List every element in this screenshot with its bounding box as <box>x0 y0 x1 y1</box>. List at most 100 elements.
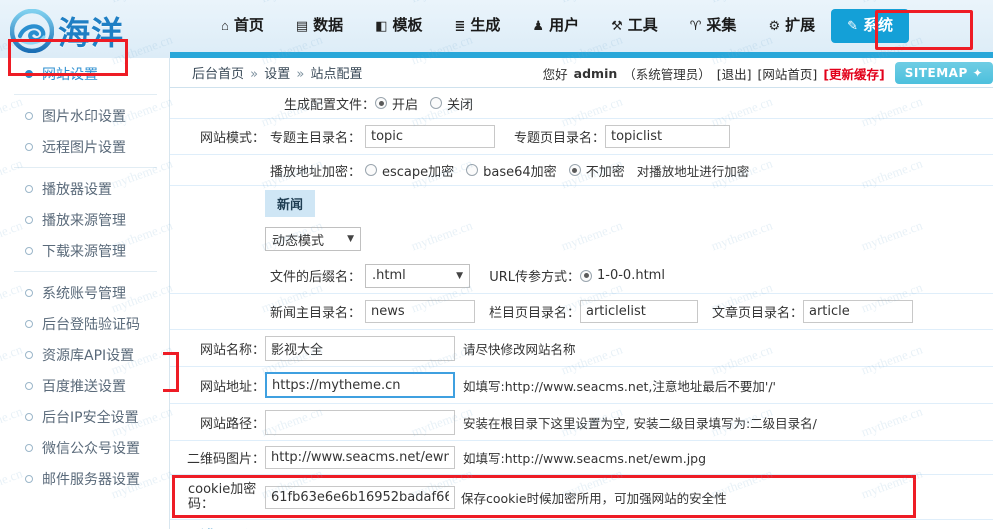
radio-url-style-icon[interactable] <box>580 269 592 282</box>
radio-off-icon[interactable] <box>430 97 443 109</box>
column-dir-label: 栏目页目录名： <box>488 306 580 321</box>
radio-unselected-icon <box>25 142 33 151</box>
sidebar-item[interactable]: 网站设置 <box>0 58 169 89</box>
radio-unselected-icon <box>25 319 33 328</box>
server-icon: ≣ <box>454 18 466 33</box>
sidebar-item-label: 网站设置 <box>42 66 98 83</box>
logout-link[interactable]: [退出] <box>717 64 752 83</box>
play-encrypt-hint: 对播放地址进行加密 <box>636 163 750 179</box>
radio-unselected-icon <box>25 246 33 255</box>
radio-unselected-icon <box>25 350 33 359</box>
generate-config-label: 生成配置文件： <box>283 97 375 113</box>
sidebar-item[interactable]: 微信公众号设置 <box>0 432 169 463</box>
nav-item-home[interactable]: ⌂ 首页 <box>205 9 280 43</box>
radio-unselected-icon <box>25 184 33 193</box>
radio-escape-icon[interactable] <box>365 164 377 176</box>
mode-select-value: 动态模式 <box>272 233 325 249</box>
generate-config-off[interactable]: 关闭 <box>430 94 473 113</box>
file-suffix-value: .html <box>372 268 406 283</box>
sidebar-item-label: 邮件服务器设置 <box>42 471 140 488</box>
nav-item-wrench[interactable]: ⚒ 工具 <box>595 9 674 43</box>
sitemap-button[interactable]: SITEMAP ✦ <box>894 62 993 84</box>
tab-news[interactable]: 新闻 <box>265 189 316 217</box>
sidebar-item-label: 播放来源管理 <box>42 212 126 229</box>
row-generate-config: 生成配置文件： 开启 关闭 <box>170 88 993 119</box>
row-mode-select: 动态模式 ▼ <box>170 220 993 258</box>
row-dirs: 新闻主目录名： 栏目页目录名： 文章页目录名： <box>170 294 993 330</box>
sidebar-item[interactable]: 资源库API设置 <box>0 339 169 370</box>
site-url-input[interactable] <box>265 372 455 398</box>
radio-unselected-icon <box>25 412 33 421</box>
chevron-down-icon: ▼ <box>347 234 354 244</box>
play-encrypt-label: 播放地址加密： <box>269 164 361 180</box>
radio-none-icon[interactable] <box>568 164 581 176</box>
pencil-square-icon: ✎ <box>847 18 859 33</box>
site-path-input[interactable] <box>265 409 455 435</box>
play-encrypt-escape[interactable]: escape加密 <box>365 161 454 180</box>
sidebar-item-label: 图片水印设置 <box>42 108 126 125</box>
brand-logo[interactable]: 海洋 <box>9 8 125 54</box>
magnet-icon: ♈ <box>689 18 702 33</box>
nav-item-server[interactable]: ≣ 生成 <box>439 9 517 43</box>
topic-dir-label: 专题主目录名： <box>269 131 361 146</box>
escape-label: escape加密 <box>382 164 455 180</box>
article-dir-input[interactable] <box>803 300 913 323</box>
sidebar-item[interactable]: 后台IP安全设置 <box>0 401 169 432</box>
nav-item-magnet[interactable]: ♈ 采集 <box>674 9 753 43</box>
row-site-url: 网站地址： 如填写:http://www.seacms.net,注意地址最后不要… <box>170 367 993 404</box>
breadcrumb-item[interactable]: 设置 <box>264 67 290 82</box>
nav-item-label: 模板 <box>392 17 423 34</box>
breadcrumb-item: 站点配置 <box>310 67 363 82</box>
topic-dir-input[interactable] <box>365 125 495 148</box>
site-name-label: 网站名称： <box>199 342 265 358</box>
file-icon: ◧ <box>375 18 388 33</box>
radio-on-icon[interactable] <box>375 97 387 109</box>
row-site-name: 网站名称： 请尽快修改网站名称 <box>170 330 993 367</box>
generate-config-on[interactable]: 开启 <box>375 94 418 113</box>
sidebar-item[interactable]: 邮件服务器设置 <box>0 463 169 494</box>
brand-name: 海洋 <box>58 14 125 52</box>
site-home-link[interactable]: [网站首页] <box>758 64 818 83</box>
nav-item-file[interactable]: ◧ 模板 <box>359 9 438 43</box>
database-icon: ▤ <box>295 18 309 33</box>
breadcrumb-item[interactable]: 后台首页 <box>192 67 244 82</box>
sidebar-item[interactable]: 后台登陆验证码 <box>0 308 169 339</box>
breadcrumb: 后台首页 » 设置 » 站点配置 <box>170 63 362 82</box>
news-dir-input[interactable] <box>365 300 475 323</box>
sidebar-item[interactable]: 远程图片设置 <box>0 131 169 162</box>
column-dir-input[interactable] <box>580 300 698 323</box>
sidebar-item[interactable]: 百度推送设置 <box>0 370 169 401</box>
row-topic-dirs: 网站模式： 专题主目录名： 专题页目录名： <box>170 119 993 155</box>
file-suffix-select[interactable]: .html ▼ <box>365 263 470 288</box>
breadcrumb-separator: » <box>292 67 309 82</box>
nav-item-database[interactable]: ▤ 数据 <box>280 9 359 43</box>
cookie-key-input[interactable] <box>265 485 455 509</box>
collect-tool-link[interactable]: 采集工具设置 <box>180 525 270 529</box>
row-news-tab: 新闻 <box>170 186 993 220</box>
nav-item-label: 用户 <box>549 17 580 34</box>
nav-item-user[interactable]: ♟ 用户 <box>516 9 595 43</box>
sidebar-item[interactable]: 播放器设置 <box>0 173 169 204</box>
topic-page-dir-input[interactable] <box>605 125 730 148</box>
mode-select[interactable]: 动态模式 ▼ <box>265 227 361 251</box>
play-encrypt-none[interactable]: 不加密 <box>568 161 625 180</box>
radio-base64-icon[interactable] <box>466 164 479 176</box>
sidebar-item[interactable]: 下载来源管理 <box>0 235 169 266</box>
sidebar-item-label: 后台IP安全设置 <box>42 409 139 426</box>
nav-item-label: 首页 <box>233 17 264 34</box>
qrcode-input[interactable] <box>265 446 455 469</box>
site-name-input[interactable] <box>265 335 455 361</box>
puzzle-icon: ⚙ <box>768 18 781 33</box>
play-encrypt-base64[interactable]: base64加密 <box>466 161 557 180</box>
sidebar-item[interactable]: 播放来源管理 <box>0 204 169 235</box>
url-style-option[interactable]: 1-0-0.html <box>580 268 665 283</box>
sidebar-item[interactable]: 系统账号管理 <box>0 277 169 308</box>
user-info-bar: 您好 admin （系统管理员） [退出] [网站首页] [更新缓存] SITE… <box>543 58 993 88</box>
update-cache-link[interactable]: [更新缓存] <box>823 64 884 83</box>
sidebar-item[interactable]: 图片水印设置 <box>0 100 169 131</box>
nav-item-pencil-square[interactable]: ✎ 系统 <box>831 9 910 43</box>
nav-item-puzzle[interactable]: ⚙ 扩展 <box>752 9 831 43</box>
topic-page-dir-label: 专题页目录名： <box>513 131 605 146</box>
cookie-key-label: cookie加密码： <box>188 482 257 512</box>
user-icon: ♟ <box>532 18 545 33</box>
